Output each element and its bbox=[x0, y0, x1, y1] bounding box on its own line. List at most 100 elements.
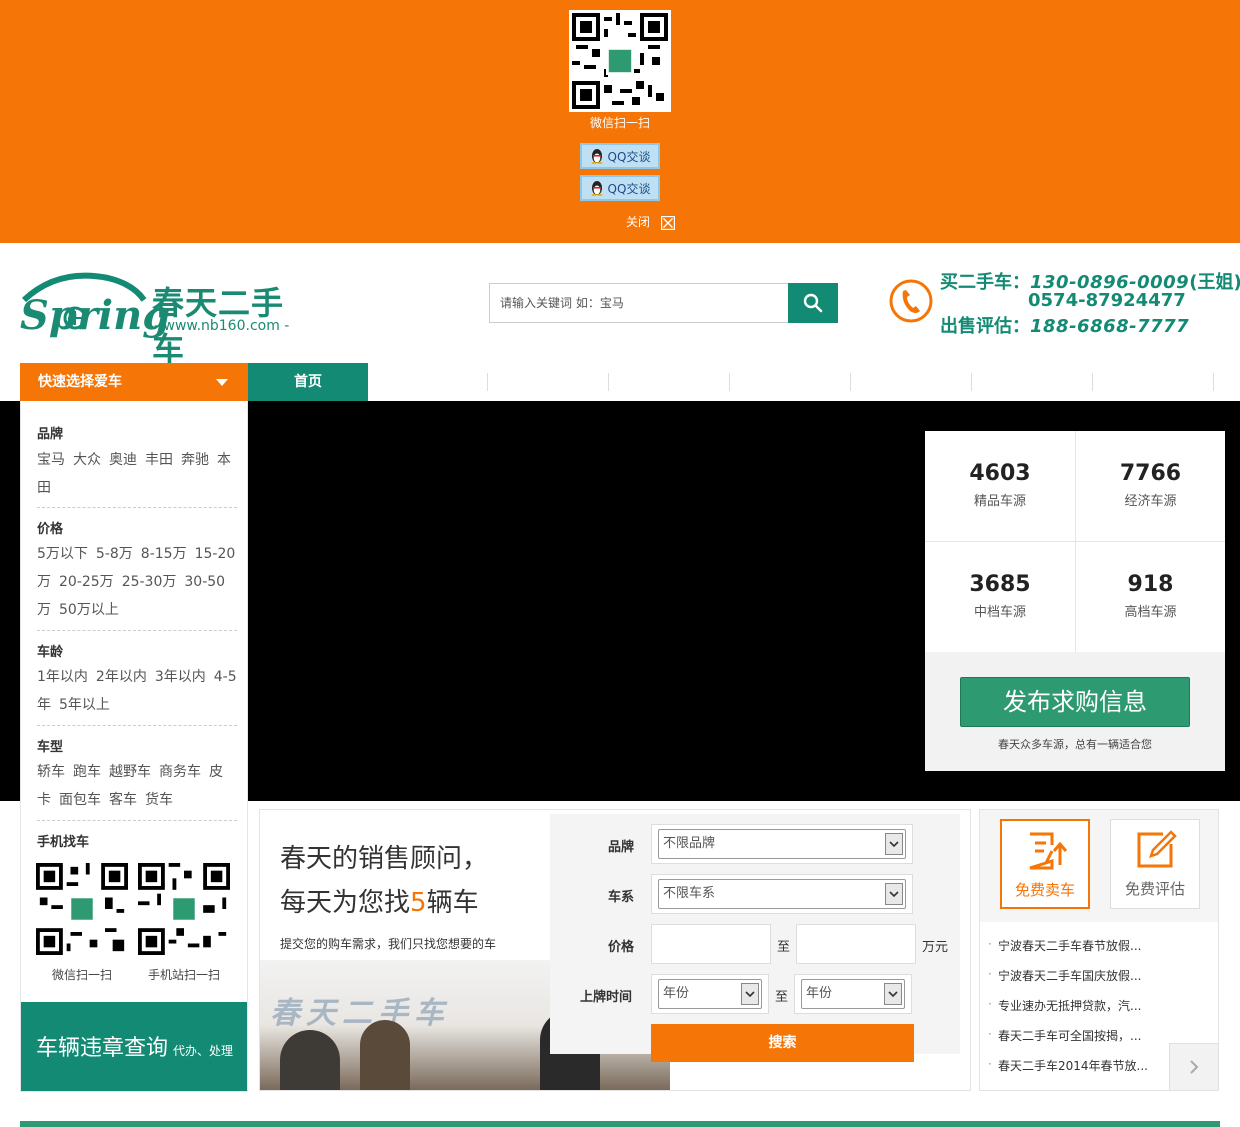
nav-home[interactable]: 首页 bbox=[248, 363, 368, 401]
chevron-down-icon bbox=[884, 983, 902, 1005]
reg-year-from-select[interactable]: 年份 bbox=[651, 974, 769, 1014]
publish-area: 发布求购信息 春天众多车源，总有一辆适合您 bbox=[925, 652, 1225, 771]
publish-note: 春天众多车源，总有一辆适合您 bbox=[998, 738, 1152, 751]
site-logo[interactable]: Spring 春天二手车 - www.nb160.com - bbox=[18, 270, 308, 368]
reg-year-to-select[interactable]: 年份 bbox=[794, 974, 912, 1014]
price-unit-label: 万元 bbox=[922, 940, 949, 955]
filter-link[interactable]: 奔驰 bbox=[181, 452, 209, 468]
qq-chat-label: QQ交谈 bbox=[607, 149, 651, 164]
series-label: 车系 bbox=[608, 890, 635, 905]
registration-label: 上牌时间 bbox=[580, 990, 633, 1005]
divider bbox=[37, 820, 237, 821]
stat-highend[interactable]: 918 高档车源 bbox=[1075, 542, 1225, 652]
wechat-qr-code bbox=[569, 10, 671, 112]
search-input[interactable]: 请输入关键词 如：宝马 bbox=[489, 283, 789, 323]
series-select[interactable]: 不限车系 bbox=[651, 874, 913, 914]
free-sell-button[interactable]: 免费卖车 bbox=[1000, 819, 1090, 909]
hotline-buy-number-2: 0574-87924477 bbox=[1028, 290, 1186, 311]
qq-chat-label: QQ交谈 bbox=[607, 181, 651, 196]
nav-divider bbox=[729, 373, 730, 391]
filter-brand-title: 品牌 bbox=[37, 427, 64, 442]
logo-english: Spring bbox=[20, 292, 171, 339]
brand-select[interactable]: 不限品牌 bbox=[651, 824, 913, 864]
filter-link[interactable]: 2年以内 bbox=[96, 669, 147, 685]
inventory-stats-panel: 4603 精品车源 7766 经济车源 3685 中档车源 918 高档车源 发… bbox=[925, 431, 1225, 771]
nav-divider bbox=[971, 373, 972, 391]
filter-link[interactable]: 5年以上 bbox=[59, 697, 110, 713]
filter-link[interactable]: 大众 bbox=[73, 452, 101, 468]
search-icon bbox=[803, 293, 823, 313]
violation-query-button[interactable]: 车辆违章查询 代办、处理 bbox=[21, 1002, 247, 1091]
floating-contact-panel: 微信扫一扫 QQ交谈 QQ交谈 关闭 bbox=[0, 0, 1240, 243]
filter-brand-list: 宝马 大众 奥迪 丰田 奔驰 本田 bbox=[37, 446, 237, 502]
nav-divider bbox=[487, 373, 488, 391]
edit-icon bbox=[1137, 830, 1177, 868]
filter-link[interactable]: 跑车 bbox=[73, 764, 101, 780]
consultant-promo: 春天的销售顾问， 每天为您找5辆车 提交您的购车需求，我们只找您想要的车 春天二… bbox=[260, 810, 670, 1090]
triangle-down-icon bbox=[216, 379, 228, 386]
qr2-caption: 手机站扫一扫 bbox=[147, 968, 220, 982]
free-evaluation-button[interactable]: 免费评估 bbox=[1110, 819, 1200, 909]
mobile-site-qr-code bbox=[138, 863, 230, 959]
filter-link[interactable]: 8-15万 bbox=[141, 546, 187, 562]
filter-link[interactable]: 丰田 bbox=[145, 452, 173, 468]
nav-divider bbox=[1213, 373, 1214, 391]
filter-link[interactable]: 20-25万 bbox=[59, 574, 114, 590]
filter-link[interactable]: 轿车 bbox=[37, 764, 65, 780]
stat-economy[interactable]: 7766 经济车源 bbox=[1075, 431, 1225, 541]
search-button[interactable] bbox=[788, 283, 838, 323]
filter-link[interactable]: 越野车 bbox=[109, 764, 151, 780]
qq-penguin-icon bbox=[591, 149, 603, 164]
news-item[interactable]: 宁波春天二手车春节放假... bbox=[988, 937, 1141, 954]
filter-type-list: 轿车 跑车 越野车 商务车 皮卡 面包车 客车 货车 bbox=[37, 758, 237, 814]
publish-request-button[interactable]: 发布求购信息 bbox=[960, 677, 1190, 727]
filter-link[interactable]: 面包车 bbox=[59, 792, 101, 808]
quick-select-menu[interactable]: 快速选择爱车 bbox=[20, 363, 248, 401]
filter-link[interactable]: 3年以内 bbox=[155, 669, 206, 685]
close-icon[interactable] bbox=[661, 216, 675, 230]
news-item[interactable]: 宁波春天二手车国庆放假... bbox=[988, 967, 1141, 984]
filter-age-list: 1年以内 2年以内 3年以内 4-5年 5年以上 bbox=[37, 663, 237, 719]
news-item[interactable]: 春天二手车可全国按揭，... bbox=[988, 1027, 1141, 1044]
filter-link[interactable]: 客车 bbox=[109, 792, 137, 808]
wechat-qr-caption: 微信扫一扫 bbox=[589, 116, 650, 130]
divider bbox=[37, 507, 237, 508]
qr1-caption: 微信扫一扫 bbox=[51, 968, 112, 982]
photo-watermark: 春天二手车 bbox=[270, 996, 450, 1031]
phone-icon bbox=[889, 279, 933, 323]
qq-penguin-icon bbox=[591, 181, 603, 196]
scroll-next-button[interactable] bbox=[1169, 1043, 1219, 1091]
filter-link[interactable]: 商务车 bbox=[159, 764, 201, 780]
divider bbox=[37, 725, 237, 726]
price-min-input[interactable] bbox=[651, 924, 771, 964]
promo-headline-1: 春天的销售顾问， bbox=[280, 844, 489, 874]
close-label[interactable]: 关闭 bbox=[626, 213, 650, 230]
filter-link[interactable]: 宝马 bbox=[37, 452, 65, 468]
reg-to-label: 至 bbox=[775, 990, 789, 1005]
nav-divider bbox=[850, 373, 851, 391]
stat-midrange[interactable]: 3685 中档车源 bbox=[925, 542, 1075, 652]
filter-link[interactable]: 奥迪 bbox=[109, 452, 137, 468]
filter-link[interactable]: 25-30万 bbox=[122, 574, 177, 590]
footer-divider bbox=[20, 1121, 1220, 1127]
qq-chat-button-2[interactable]: QQ交谈 bbox=[580, 175, 660, 201]
filter-link[interactable]: 5万以下 bbox=[37, 546, 88, 562]
qq-chat-button-1[interactable]: QQ交谈 bbox=[580, 143, 660, 169]
request-search-button[interactable]: 搜索 bbox=[651, 1024, 914, 1062]
nav-divider bbox=[1092, 373, 1093, 391]
brand-label: 品牌 bbox=[608, 840, 635, 855]
promo-headline-2: 每天为您找5辆车 bbox=[280, 888, 479, 918]
news-item[interactable]: 专业速办无抵押贷款，汽... bbox=[988, 997, 1141, 1014]
divider bbox=[37, 630, 237, 631]
filter-link[interactable]: 50万以上 bbox=[59, 602, 119, 618]
filter-link[interactable]: 5-8万 bbox=[96, 546, 133, 562]
news-item[interactable]: 春天二手车2014年春节放... bbox=[988, 1057, 1148, 1074]
services-news-panel: 免费卖车 免费评估 宁波春天二手车春节放假... 宁波春天二手车国庆放假... … bbox=[979, 809, 1219, 1091]
filter-link[interactable]: 1年以内 bbox=[37, 669, 88, 685]
stat-premium[interactable]: 4603 精品车源 bbox=[925, 431, 1075, 541]
filter-link[interactable]: 货车 bbox=[145, 792, 173, 808]
sell-document-icon bbox=[1029, 832, 1068, 870]
filter-age-title: 车龄 bbox=[37, 645, 64, 660]
price-max-input[interactable] bbox=[796, 924, 916, 964]
quick-filter-sidebar: 品牌 宝马 大众 奥迪 丰田 奔驰 本田 价格 5万以下 5-8万 8-15万 15-20万 20… bbox=[20, 401, 248, 1092]
